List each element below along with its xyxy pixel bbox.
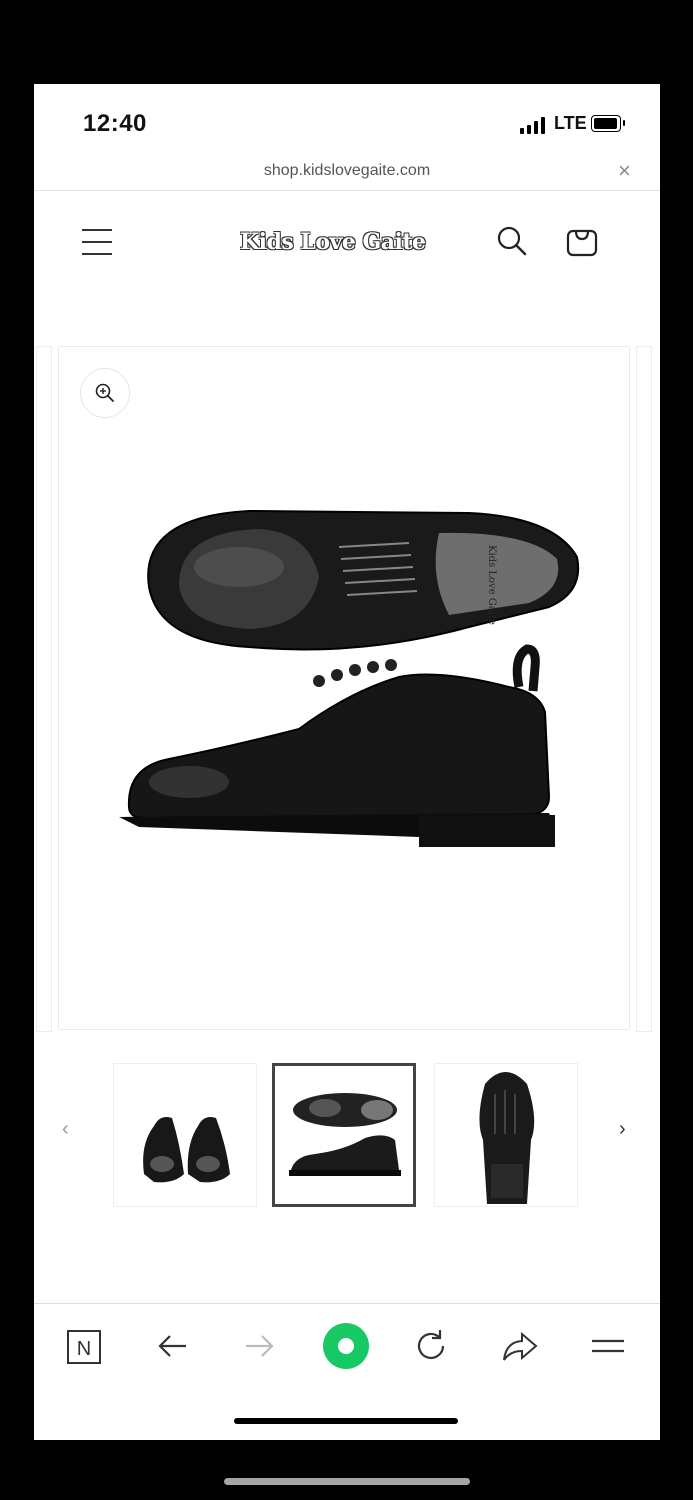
- insole-text: Kids Love Gaite: [486, 545, 497, 625]
- thumb-top-side[interactable]: [272, 1063, 416, 1207]
- back-icon[interactable]: [152, 1326, 192, 1366]
- status-time: 12:40: [83, 110, 147, 137]
- outer-home-indicator: [224, 1478, 470, 1485]
- product-gallery[interactable]: Kids Love Gaite: [34, 346, 660, 1032]
- shoe-illustration: Kids Love Gaite: [119, 509, 580, 847]
- network-label: LTE: [554, 113, 587, 133]
- product-main-image[interactable]: Kids Love Gaite: [58, 346, 630, 1030]
- close-icon[interactable]: ×: [618, 158, 631, 184]
- thumbnail-strip: ‹ ›: [34, 1060, 660, 1210]
- site-header: Kids Love Gaite: [34, 191, 660, 297]
- forward-icon[interactable]: [240, 1326, 280, 1366]
- reload-icon[interactable]: [412, 1326, 452, 1366]
- next-slide-edge: [636, 346, 652, 1032]
- home-icon[interactable]: [322, 1322, 370, 1370]
- svg-text:N: N: [77, 1338, 91, 1360]
- zoom-icon[interactable]: [80, 368, 130, 418]
- previous-slide-edge: [36, 346, 52, 1032]
- browser-toolbar: N: [34, 1303, 660, 1388]
- share-icon[interactable]: [500, 1326, 540, 1366]
- thumb-next-arrow[interactable]: ›: [619, 1118, 626, 1141]
- thumb-sole[interactable]: [434, 1063, 578, 1207]
- tabs-menu-icon[interactable]: [588, 1326, 628, 1366]
- home-indicator: [234, 1418, 458, 1424]
- thumb-prev-arrow[interactable]: ‹: [62, 1118, 69, 1141]
- signal-icon: [520, 116, 548, 134]
- status-bar: 12:40 LTE: [34, 84, 660, 164]
- menu-icon[interactable]: [82, 229, 114, 255]
- url-text[interactable]: shop.kidslovegaite.com: [34, 162, 660, 180]
- store-logo[interactable]: Kids Love Gaite: [240, 229, 426, 255]
- thumb-front-pair[interactable]: [113, 1063, 257, 1207]
- search-icon[interactable]: [494, 223, 530, 259]
- phone-screen: 12:40 LTE shop.kidslovegaite.com × Kids …: [34, 84, 660, 1440]
- n-icon[interactable]: N: [65, 1326, 105, 1366]
- cart-icon[interactable]: [564, 223, 600, 259]
- address-bar[interactable]: shop.kidslovegaite.com ×: [34, 156, 660, 191]
- battery-icon: [591, 115, 625, 132]
